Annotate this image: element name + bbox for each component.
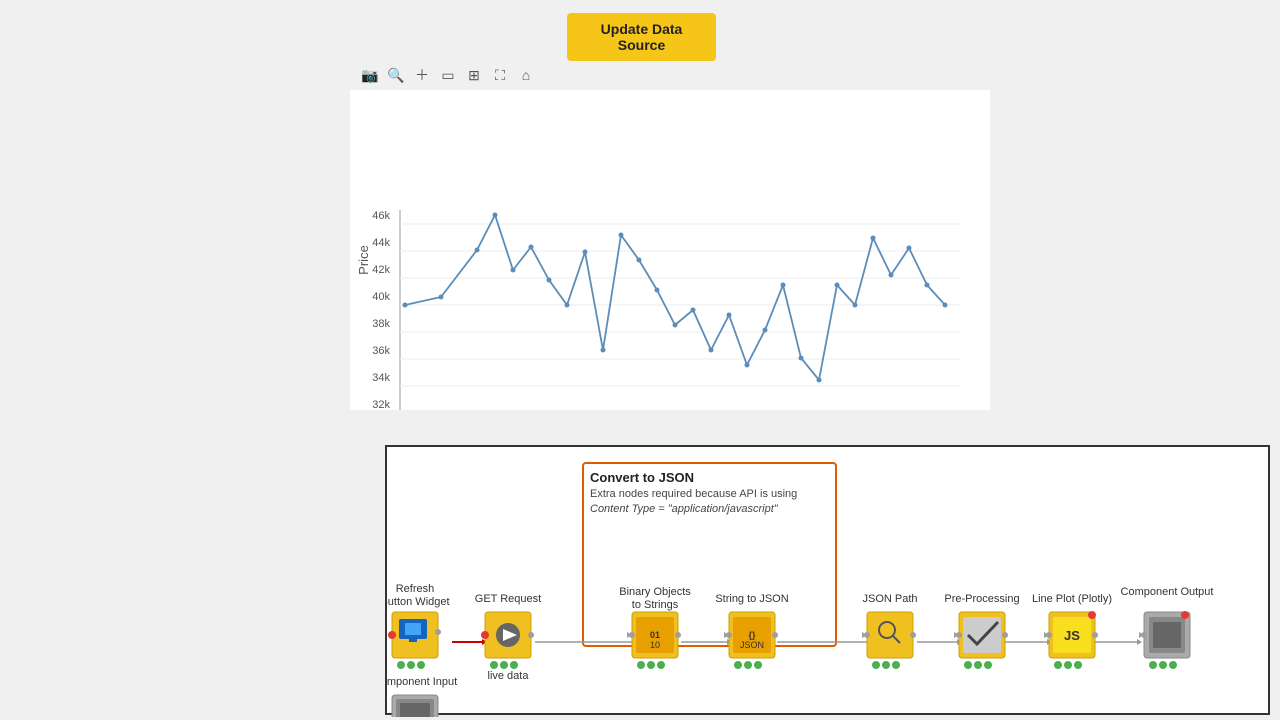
node-json-path[interactable]: JSON Path [862, 593, 918, 669]
y-axis-label: Price [356, 245, 371, 275]
plus-icon[interactable]: ＋ [412, 65, 432, 85]
svg-text:34k: 34k [372, 372, 390, 384]
svg-text:JSON Path: JSON Path [862, 593, 917, 605]
svg-text:42k: 42k [372, 264, 390, 276]
svg-text:32k: 32k [372, 399, 390, 410]
svg-text:10: 10 [650, 640, 660, 650]
node-refresh-button[interactable]: Refresh Button Widget [387, 583, 450, 669]
svg-text:44k: 44k [372, 237, 390, 249]
home-icon[interactable]: ⌂ [516, 65, 536, 85]
svg-text:36k: 36k [372, 345, 390, 357]
svg-text:Button Widget: Button Widget [387, 596, 450, 608]
node-component-input[interactable]: Component Input [387, 676, 457, 717]
node-binary-to-strings[interactable]: Binary Objects to Strings 01 10 [619, 586, 691, 669]
camera-icon[interactable]: 📷 [360, 65, 380, 85]
svg-text:Pre-Processing: Pre-Processing [944, 593, 1019, 605]
node-component-output[interactable]: Component Output [1121, 586, 1214, 669]
chart-line [405, 215, 945, 380]
flow-svg: Refresh Button Widget GET Request [387, 447, 1272, 717]
svg-text:38k: 38k [372, 318, 390, 330]
svg-text:Line Plot (Plotly): Line Plot (Plotly) [1032, 593, 1112, 605]
chart-area: Price 30k 32k 34k 36k 38k 40k 42k 44k 46… [350, 90, 990, 410]
svg-text:{}: {} [748, 630, 756, 640]
flow-diagram: Convert to JSON Extra nodes required bec… [385, 445, 1270, 715]
node-pre-processing[interactable]: Pre-Processing [944, 593, 1019, 669]
grid-icon[interactable]: ⊞ [464, 65, 484, 85]
expand-icon[interactable]: ⛶ [490, 65, 510, 85]
svg-text:GET Request: GET Request [475, 593, 541, 605]
node-get-request[interactable]: GET Request live data [475, 593, 541, 682]
update-button-container: Update Data Source [567, 13, 716, 61]
zoom-icon[interactable]: 🔍 [386, 65, 406, 85]
svg-text:01: 01 [650, 630, 660, 640]
svg-text:String to JSON: String to JSON [715, 593, 788, 605]
svg-text:Refresh: Refresh [396, 583, 435, 595]
node-line-plot[interactable]: Line Plot (Plotly) JS [1032, 593, 1112, 669]
svg-text:40k: 40k [372, 291, 390, 303]
square-icon[interactable]: ▭ [438, 65, 458, 85]
chart-toolbar: 📷 🔍 ＋ ▭ ⊞ ⛶ ⌂ [360, 65, 536, 85]
svg-text:JSON: JSON [740, 640, 764, 650]
update-data-source-button[interactable]: Update Data Source [567, 13, 716, 61]
svg-text:46k: 46k [372, 210, 390, 222]
svg-text:live data: live data [488, 670, 530, 682]
svg-text:Component Output: Component Output [1121, 586, 1214, 598]
svg-text:to Strings: to Strings [632, 599, 679, 611]
node-string-to-json[interactable]: String to JSON {} JSON [715, 593, 788, 669]
svg-text:Component Input: Component Input [387, 676, 457, 688]
svg-text:Binary Objects: Binary Objects [619, 586, 691, 598]
svg-text:JS: JS [1064, 628, 1080, 643]
line-chart: Price 30k 32k 34k 36k 38k 40k 42k 44k 46… [350, 90, 990, 410]
